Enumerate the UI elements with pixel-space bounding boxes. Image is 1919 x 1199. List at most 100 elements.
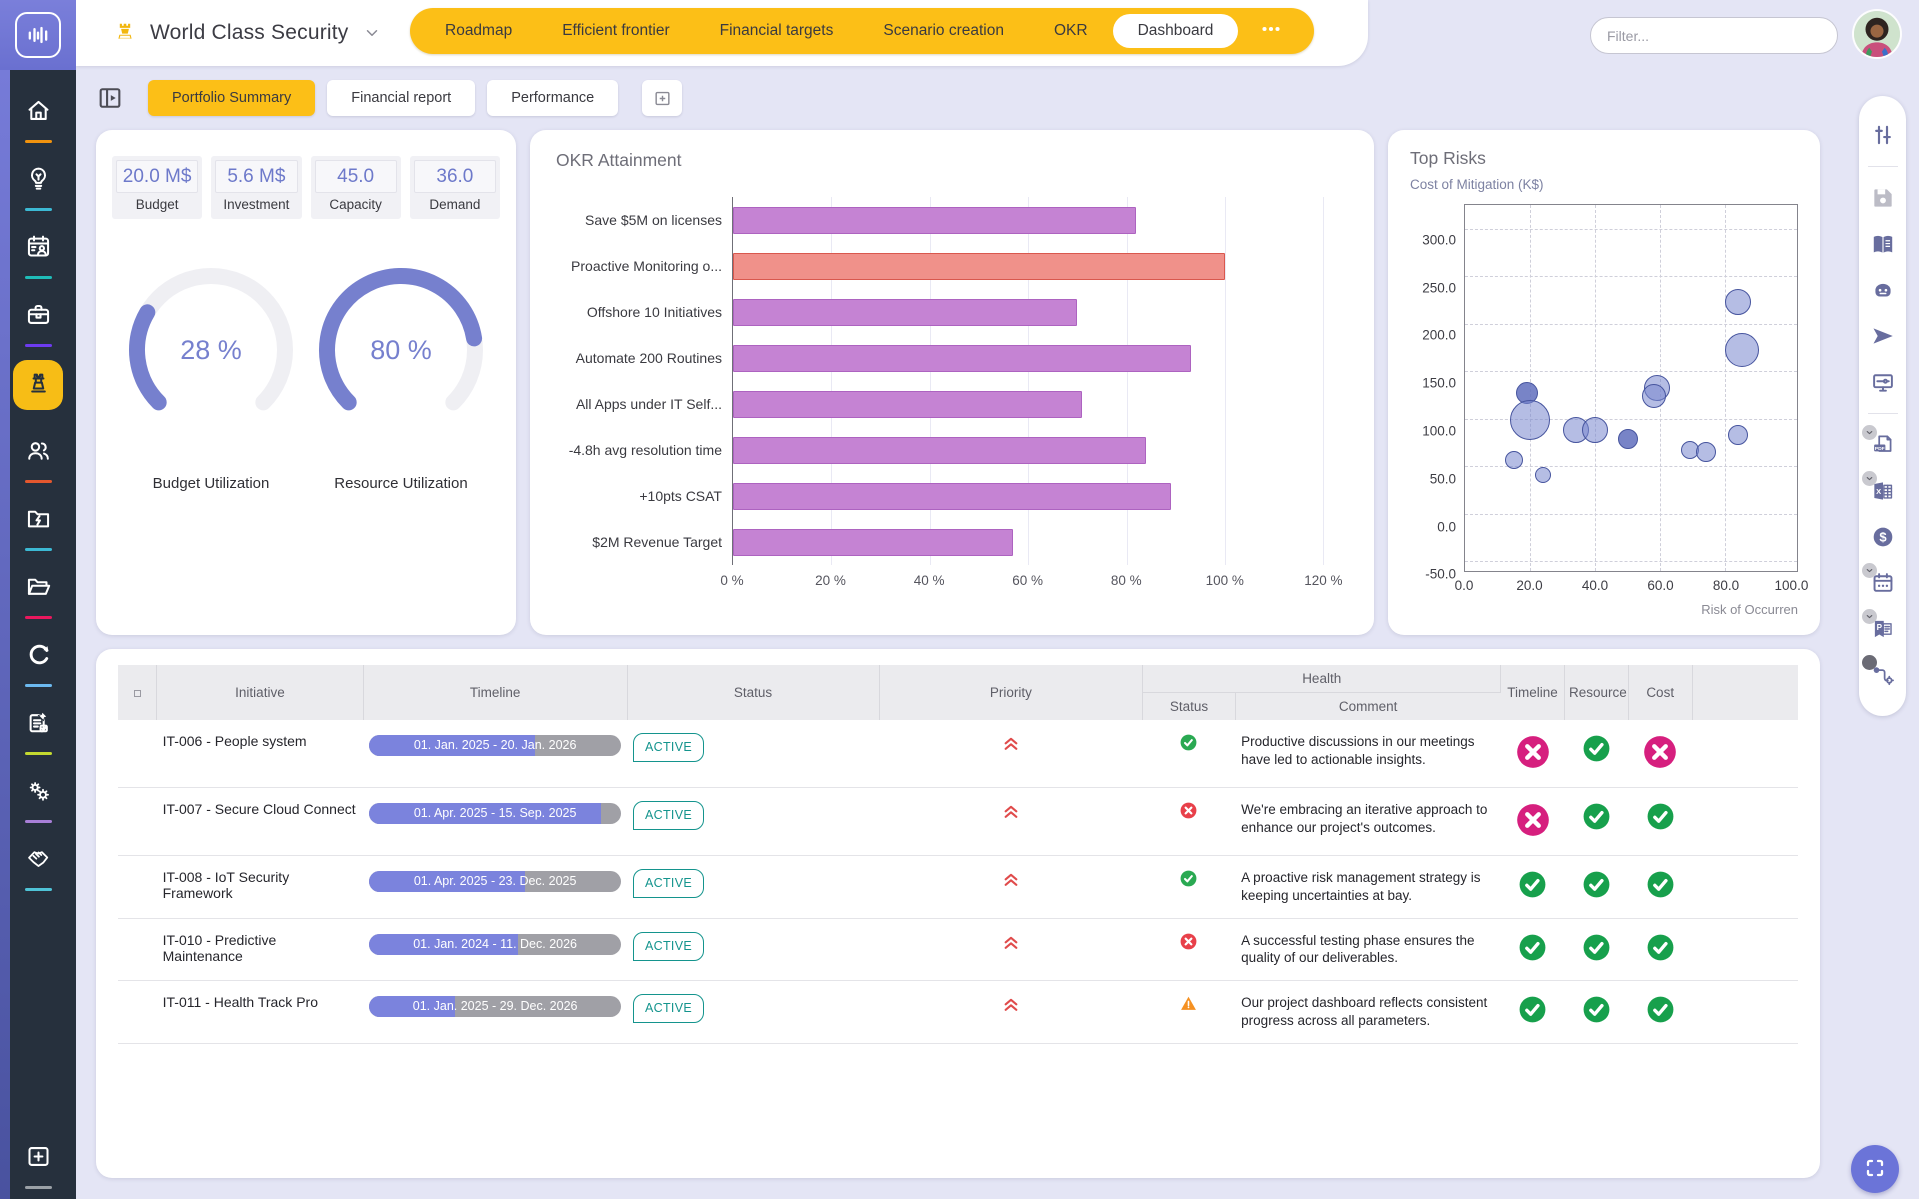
initiative-name[interactable]: IT-006 - People system [157, 720, 364, 788]
badge-chevron-icon[interactable] [1862, 609, 1877, 624]
main-tab-efficient-frontier[interactable]: Efficient frontier [537, 14, 694, 48]
risk-bubble[interactable] [1725, 289, 1751, 315]
toolbar-export-pdf-button[interactable]: PDF [1870, 432, 1896, 458]
ok-check-icon[interactable] [1581, 733, 1612, 764]
fail-x-icon[interactable] [1514, 801, 1552, 839]
table-row[interactable]: IT-011 - Health Track Pro 01. Jan. 2025 … [118, 981, 1798, 1044]
main-tab-roadmap[interactable]: Roadmap [420, 14, 537, 48]
view-tab-financial-report[interactable]: Financial report [327, 80, 475, 116]
fullscreen-button[interactable] [1851, 1145, 1899, 1193]
okr-bar[interactable] [733, 529, 1013, 556]
avatar[interactable] [1854, 11, 1900, 57]
timeline-progress-pill[interactable]: 01. Jan. 2025 - 29. Dec. 2026 [369, 996, 621, 1017]
col-ind-cost[interactable]: Cost [1628, 665, 1692, 720]
risk-bubble[interactable] [1505, 451, 1523, 469]
ok-check-icon[interactable] [1517, 932, 1548, 963]
risk-bubble[interactable] [1696, 442, 1716, 462]
toolbar-monitor-settings-button[interactable] [1870, 369, 1896, 395]
sidebar-item-team[interactable] [10, 428, 66, 483]
col-ind-resource[interactable]: Resource [1564, 665, 1628, 720]
status-badge[interactable]: ACTIVE [633, 733, 704, 762]
badge-chevron-icon[interactable] [1862, 655, 1877, 670]
toolbar-calendar-dots-button[interactable] [1870, 570, 1896, 596]
initiative-name[interactable]: IT-007 - Secure Cloud Connect [157, 788, 364, 856]
ok-check-icon[interactable] [1517, 869, 1548, 900]
ok-check-icon[interactable] [1645, 801, 1676, 832]
add-view-tab-button[interactable] [642, 80, 682, 116]
sidebar-item-folder-bolt[interactable] [10, 496, 66, 551]
toolbar-robot-button[interactable] [1870, 277, 1896, 303]
risk-bubble[interactable] [1510, 400, 1550, 440]
main-tab-dashboard[interactable]: Dashboard [1113, 14, 1239, 48]
sidebar-item-folder-open[interactable] [10, 564, 66, 619]
ok-check-icon[interactable] [1517, 994, 1548, 1025]
status-badge[interactable]: ACTIVE [633, 932, 704, 961]
col-health-comment[interactable]: Comment [1235, 693, 1500, 721]
ok-check-icon[interactable] [1581, 932, 1612, 963]
sidebar-item-gears[interactable] [10, 768, 66, 823]
col-priority[interactable]: Priority [879, 665, 1143, 720]
toolbar-sliders-button[interactable] [1870, 122, 1896, 148]
table-row[interactable]: IT-010 - Predictive Maintenance 01. Jan.… [118, 918, 1798, 981]
col-health-status[interactable]: Status [1143, 693, 1235, 721]
timeline-progress-pill[interactable]: 01. Apr. 2025 - 15. Sep. 2025 [369, 803, 621, 824]
main-tab-scenario-creation[interactable]: Scenario creation [858, 14, 1029, 48]
sidebar-item-clipboard-pin[interactable] [10, 700, 66, 755]
sidebar-item-lightbulb[interactable] [10, 156, 66, 211]
okr-bar[interactable] [733, 437, 1146, 464]
col-health-group[interactable]: Health [1143, 665, 1501, 693]
risk-bubble[interactable] [1535, 467, 1551, 483]
toolbar-book-button[interactable] [1870, 231, 1896, 257]
initiative-name[interactable]: IT-008 - IoT Security Framework [157, 856, 364, 919]
toolbar-report-doc-button[interactable]: P [1870, 616, 1896, 642]
toolbar-send-button[interactable] [1870, 323, 1896, 349]
sidebar-item-home[interactable] [10, 88, 66, 143]
risk-bubble[interactable] [1582, 417, 1608, 443]
risk-bubble[interactable] [1618, 429, 1638, 449]
table-row[interactable]: IT-006 - People system 01. Jan. 2025 - 2… [118, 720, 1798, 788]
filter-input[interactable] [1590, 17, 1838, 54]
okr-bar[interactable] [733, 253, 1225, 280]
okr-bar[interactable] [733, 345, 1191, 372]
view-tab-portfolio-summary[interactable]: Portfolio Summary [148, 80, 315, 116]
chevron-down-icon[interactable] [363, 24, 381, 42]
status-badge[interactable]: ACTIVE [633, 994, 704, 1023]
ok-check-icon[interactable] [1645, 869, 1676, 900]
fail-x-icon[interactable] [1641, 733, 1679, 771]
sidebar-item-portfolio-rook[interactable] [10, 360, 66, 415]
main-tabs-more-button[interactable] [1238, 14, 1304, 48]
timeline-progress-pill[interactable]: 01. Jan. 2024 - 11. Dec. 2026 [369, 934, 621, 955]
timeline-progress-pill[interactable]: 01. Apr. 2025 - 23. Dec. 2025 [369, 871, 621, 892]
ok-check-icon[interactable] [1645, 994, 1676, 1025]
sidebar-item-sync[interactable] [10, 632, 66, 687]
timeline-progress-pill[interactable]: 01. Jan. 2025 - 20. Jan. 2026 [369, 735, 621, 756]
main-tab-financial-targets[interactable]: Financial targets [695, 14, 859, 48]
badge-chevron-icon[interactable] [1862, 563, 1877, 578]
col-ind-timeline[interactable]: Timeline [1501, 665, 1565, 720]
status-badge[interactable]: ACTIVE [633, 869, 704, 898]
view-tab-performance[interactable]: Performance [487, 80, 618, 116]
col-status[interactable]: Status [627, 665, 879, 720]
table-row[interactable]: IT-007 - Secure Cloud Connect 01. Apr. 2… [118, 788, 1798, 856]
ok-check-icon[interactable] [1581, 869, 1612, 900]
risk-bubble[interactable] [1725, 333, 1759, 367]
status-badge[interactable]: ACTIVE [633, 801, 704, 830]
col-timeline[interactable]: Timeline [363, 665, 627, 720]
col-initiative[interactable]: Initiative [157, 665, 364, 720]
risk-bubble[interactable] [1728, 425, 1748, 445]
okr-bar[interactable] [733, 299, 1077, 326]
badge-chevron-icon[interactable] [1862, 471, 1877, 486]
sidebar-item-briefcase[interactable] [10, 292, 66, 347]
toolbar-dollar-button[interactable]: $ [1870, 524, 1896, 550]
ok-check-icon[interactable] [1645, 932, 1676, 963]
fail-x-icon[interactable] [1514, 733, 1552, 771]
okr-bar[interactable] [733, 391, 1082, 418]
panel-toggle-icon[interactable] [96, 84, 124, 112]
okr-bar[interactable] [733, 207, 1136, 234]
ok-check-icon[interactable] [1581, 801, 1612, 832]
toolbar-export-excel-button[interactable]: X [1870, 478, 1896, 504]
main-tab-okr[interactable]: OKR [1029, 14, 1113, 48]
ok-check-icon[interactable] [1581, 994, 1612, 1025]
initiative-name[interactable]: IT-010 - Predictive Maintenance [157, 918, 364, 981]
risk-bubble[interactable] [1642, 384, 1666, 408]
